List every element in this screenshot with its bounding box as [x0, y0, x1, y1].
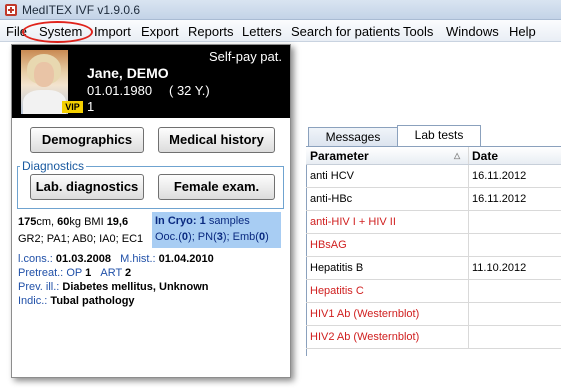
menu-windows[interactable]: Windows [446, 24, 499, 39]
parameter-cell: Hepatitis B [310, 262, 364, 274]
column-header-date[interactable]: Date [472, 149, 498, 163]
lab-diagnostics-button[interactable]: Lab. diagnostics [30, 174, 144, 200]
parameter-cell: anti-HBc [310, 193, 353, 205]
table-row[interactable]: HIV2 Ab (Westernblot) [306, 326, 561, 349]
vitals-summary: 175cm, 60kg BMI 19,6 GR2; PA1; AB0; IA0;… [18, 214, 143, 248]
title-bar: MedITEX IVF v1.9.0.6 [0, 0, 561, 20]
lab-tests-table: Parameter △ Date anti HCV 16.11.2012 anti-… [306, 146, 561, 349]
obstetric-history: GR2; PA1; AB0; IA0; EC1 [18, 233, 144, 245]
parameter-cell: Hepatitis C [310, 285, 364, 297]
vip-badge: VIP [62, 101, 83, 113]
menu-export[interactable]: Export [141, 24, 179, 39]
parameter-cell: anti HCV [310, 170, 355, 182]
parameter-cell: anti-HIV I + HIV II [310, 216, 396, 228]
female-exam-button[interactable]: Female exam. [158, 174, 275, 200]
patient-age: ( 32 Y.) [169, 83, 210, 98]
patient-info: l.cons.: 01.03.2008 M.hist.: 01.04.2010 … [18, 253, 214, 307]
date-cell: 11.10.2012 [472, 262, 527, 274]
patient-photo [21, 50, 68, 114]
app-icon [5, 4, 17, 16]
parameter-cell: HIV2 Ab (Westernblot) [310, 331, 420, 343]
menu-help[interactable]: Help [509, 24, 536, 39]
demographics-button[interactable]: Demographics [30, 127, 144, 153]
date-cell: 16.11.2012 [472, 170, 527, 182]
table-row[interactable]: anti-HIV I + HIV II [306, 211, 561, 234]
menu-import[interactable]: Import [94, 24, 131, 39]
table-row[interactable]: HIV1 Ab (Westernblot) [306, 303, 561, 326]
table-header: Parameter △ Date [306, 147, 561, 165]
medical-history-button[interactable]: Medical history [158, 127, 275, 153]
highlight-circle [22, 21, 93, 43]
menu-letters[interactable]: Letters [242, 24, 282, 39]
parameter-cell: HIV1 Ab (Westernblot) [310, 308, 420, 320]
column-header-parameter[interactable]: Parameter [310, 149, 369, 163]
menu-reports[interactable]: Reports [188, 24, 234, 39]
table-row[interactable]: anti HCV 16.11.2012 [306, 165, 561, 188]
diagnostics-label: Diagnostics [20, 159, 87, 173]
window-title: MedITEX IVF v1.9.0.6 [22, 3, 141, 17]
patient-header: VIP Self-pay pat. Jane, DEMO 01.01.1980 … [12, 45, 290, 118]
cryo-summary[interactable]: In Cryo: 1 samples Ooc.(0); PN(3); Emb(0… [152, 212, 281, 248]
menu-search-for-patients[interactable]: Search for patients [291, 24, 400, 39]
sort-icon: △ [454, 151, 461, 160]
menu-tools[interactable]: Tools [403, 24, 433, 39]
tab-lab-tests[interactable]: Lab tests [397, 125, 481, 147]
table-row[interactable]: Hepatitis B 11.10.2012 [306, 257, 561, 280]
tab-messages[interactable]: Messages [308, 127, 398, 146]
patient-name: Jane, DEMO [87, 65, 169, 81]
date-cell: 16.11.2012 [472, 193, 527, 205]
table-row[interactable]: anti-HBc 16.11.2012 [306, 188, 561, 211]
patient-number: 1 [87, 99, 95, 114]
parameter-cell: HBsAG [310, 239, 347, 251]
patient-card: VIP Self-pay pat. Jane, DEMO 01.01.1980 … [11, 44, 291, 378]
billing-status: Self-pay pat. [209, 49, 282, 64]
table-row[interactable]: Hepatitis C [306, 280, 561, 303]
patient-dob: 01.01.1980 [87, 83, 153, 98]
table-row[interactable]: HBsAG [306, 234, 561, 257]
